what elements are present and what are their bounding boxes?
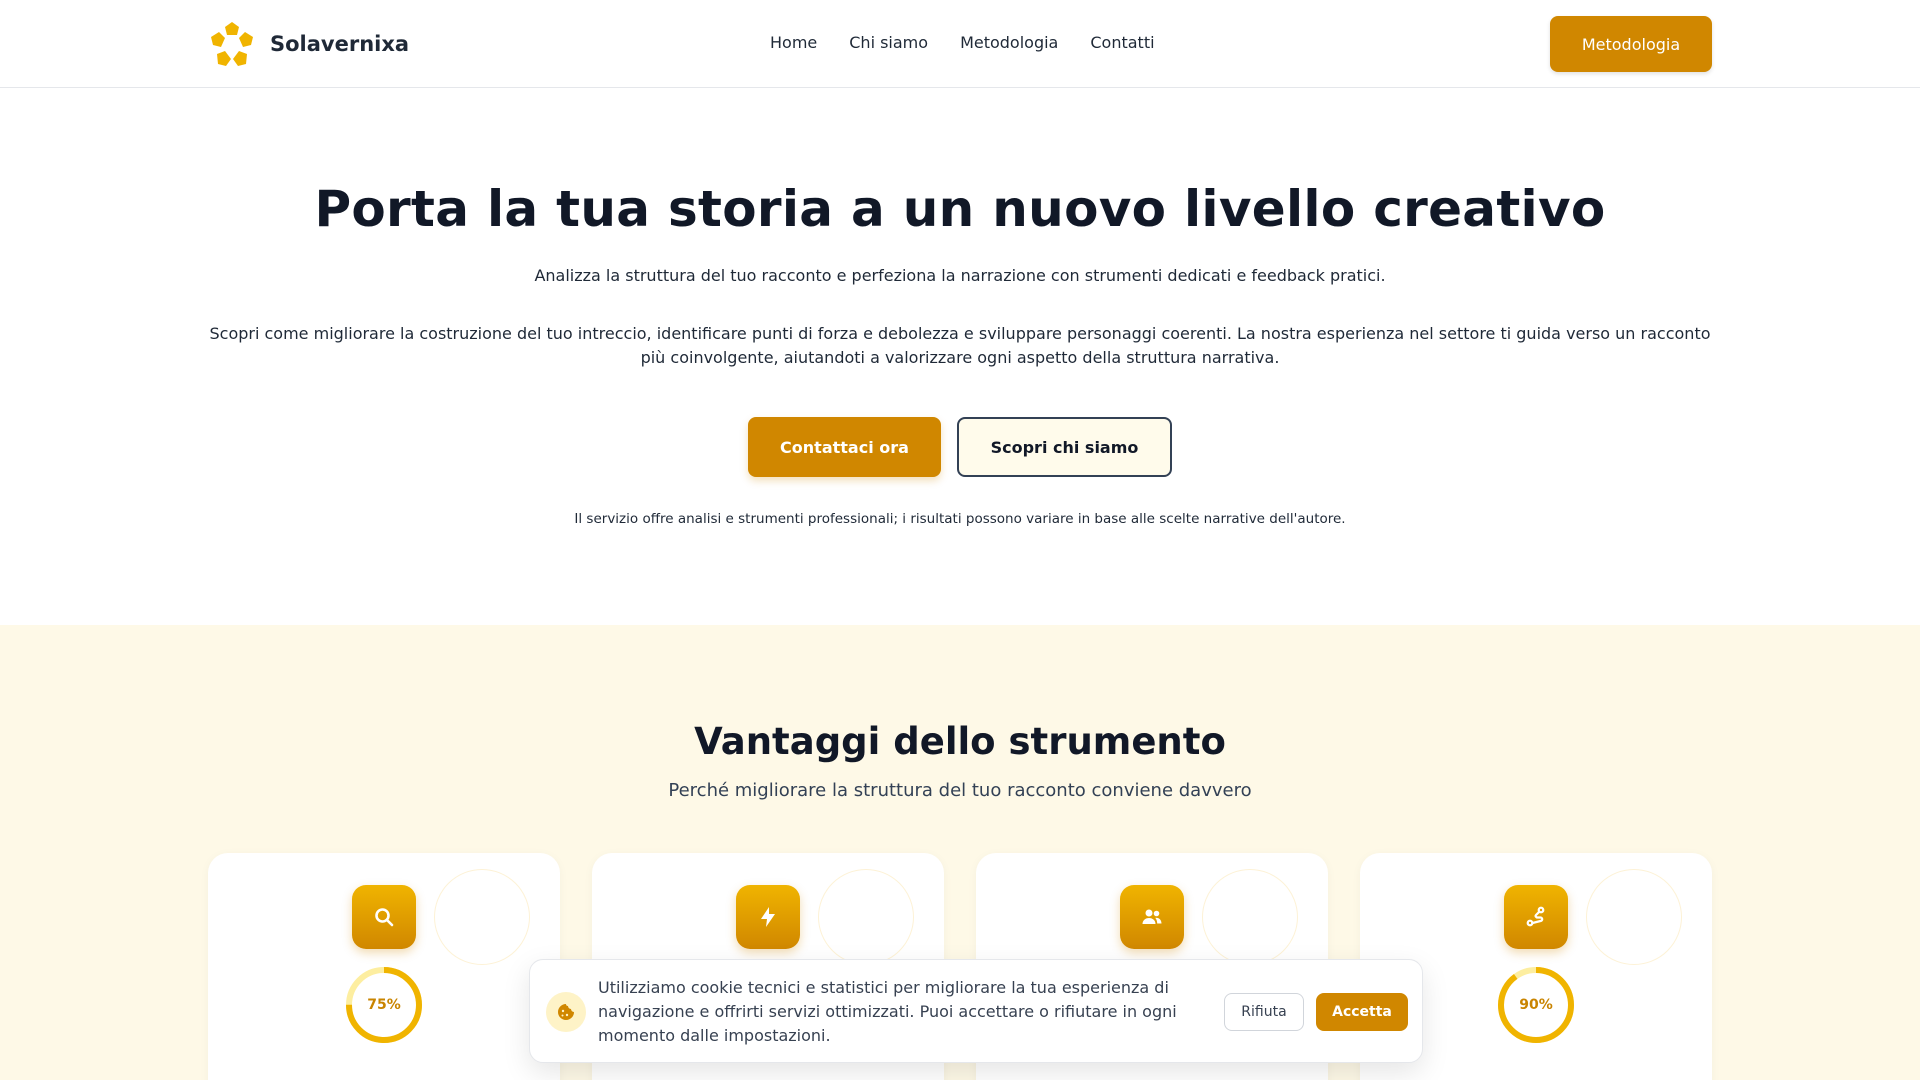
nav-metodologia[interactable]: Metodologia [960,28,1058,58]
nav-chi-siamo[interactable]: Chi siamo [849,28,928,58]
brand[interactable]: Solavernixa [208,20,409,68]
hero-body: Scopri come migliorare la costruzione de… [209,324,1711,367]
progress-label: 90% [1519,997,1553,1013]
benefits-title: Vantaggi dello strumento [694,720,1226,763]
card-decoration [818,869,914,965]
hero-lead: Analizza la struttura del tuo racconto e… [534,266,1386,285]
users-icon [1120,885,1184,949]
about-button[interactable]: Scopri chi siamo [957,417,1172,477]
nav-home[interactable]: Home [770,28,817,58]
progress-label: 75% [367,997,401,1013]
hero-disclaimer: Il servizio offre analisi e strumenti pr… [574,511,1346,527]
hero-section: Porta la tua storia a un nuovo livello c… [0,88,1920,625]
site-header: Solavernixa Home Chi siamo Metodologia C… [0,0,1920,88]
accept-cookies-button[interactable]: Accetta [1316,993,1408,1031]
main-nav: Home Chi siamo Metodologia Contatti [770,28,1155,58]
benefits-subtitle: Perché migliorare la struttura del tuo r… [668,780,1252,801]
lightning-icon [736,885,800,949]
cookie-banner: Utilizziamo cookie tecnici e statistici … [529,959,1423,1063]
card-decoration [1202,869,1298,965]
cookie-icon [546,992,586,1032]
header-cta-button[interactable]: Metodologia [1550,16,1712,72]
card-decoration [434,869,530,965]
benefit-card: 75% [208,853,560,1080]
flower-pentagon-icon [211,22,253,66]
nav-contatti[interactable]: Contatti [1090,28,1154,58]
hero-title: Porta la tua storia a un nuovo livello c… [314,180,1606,238]
route-icon [1504,885,1568,949]
card-decoration [1586,869,1682,965]
contact-button[interactable]: Contattaci ora [748,417,941,477]
brand-name: Solavernixa [270,32,410,56]
reject-cookies-button[interactable]: Rifiuta [1224,993,1304,1031]
search-icon [352,885,416,949]
cookie-text: Utilizziamo cookie tecnici e statistici … [598,978,1177,1045]
